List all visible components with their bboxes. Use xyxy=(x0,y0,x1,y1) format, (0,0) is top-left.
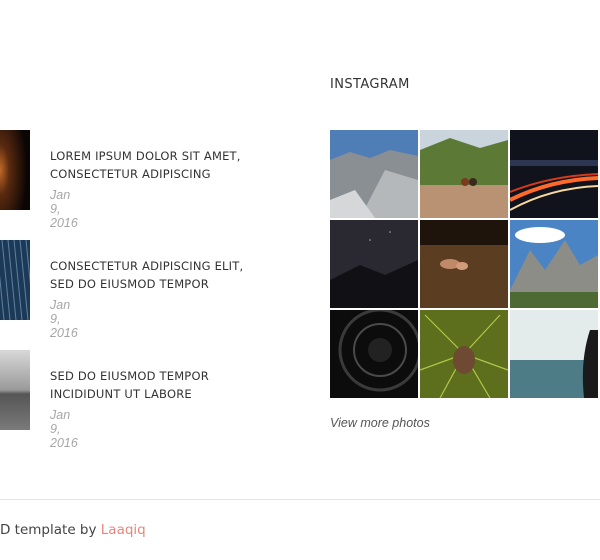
instagram-photo-sea[interactable] xyxy=(510,310,598,398)
view-more-photos-link[interactable]: View more photos xyxy=(330,416,430,430)
instagram-photo-wood-table[interactable] xyxy=(420,220,508,308)
footer-credit: D template by Laaqiq xyxy=(0,522,146,538)
instagram-photo-grid xyxy=(330,130,600,398)
instagram-photo-hikers[interactable] xyxy=(420,130,508,218)
post-title-link[interactable]: SED DO EIUSMOD TEMPOR INCIDIDUNT UT LABO… xyxy=(50,367,280,403)
instagram-photo-alpine-peaks[interactable] xyxy=(510,220,598,308)
post-title-link[interactable]: CONSECTETUR ADIPISCING ELIT, SED DO EIUS… xyxy=(50,257,280,293)
instagram-photo-pine-cone[interactable] xyxy=(420,310,508,398)
instagram-photo-night-highway[interactable] xyxy=(510,130,598,218)
post-thumbnail[interactable] xyxy=(0,240,30,320)
instagram-heading: INSTAGRAM xyxy=(330,77,410,92)
instagram-photo-night-sky[interactable] xyxy=(330,220,418,308)
post-date: Jan 9, 2016 xyxy=(50,408,78,450)
post-title-link[interactable]: LOREM IPSUM DOLOR SIT AMET, CONSECTETUR … xyxy=(50,147,280,183)
instagram-photo-tunnel[interactable] xyxy=(330,310,418,398)
post-date: Jan 9, 2016 xyxy=(50,188,78,230)
post-thumbnail[interactable] xyxy=(0,130,30,210)
author-link[interactable]: Laaqiq xyxy=(101,522,146,538)
footer-divider xyxy=(0,499,600,500)
instagram-photo-mountain-valley[interactable] xyxy=(330,130,418,218)
post-date: Jan 9, 2016 xyxy=(50,298,78,340)
post-thumbnail[interactable] xyxy=(0,350,30,430)
